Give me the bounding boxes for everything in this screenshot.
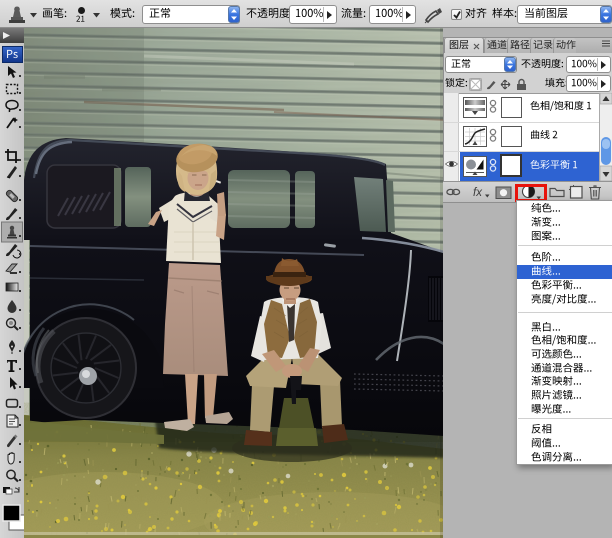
svg-text:fx: fx <box>473 187 483 199</box>
